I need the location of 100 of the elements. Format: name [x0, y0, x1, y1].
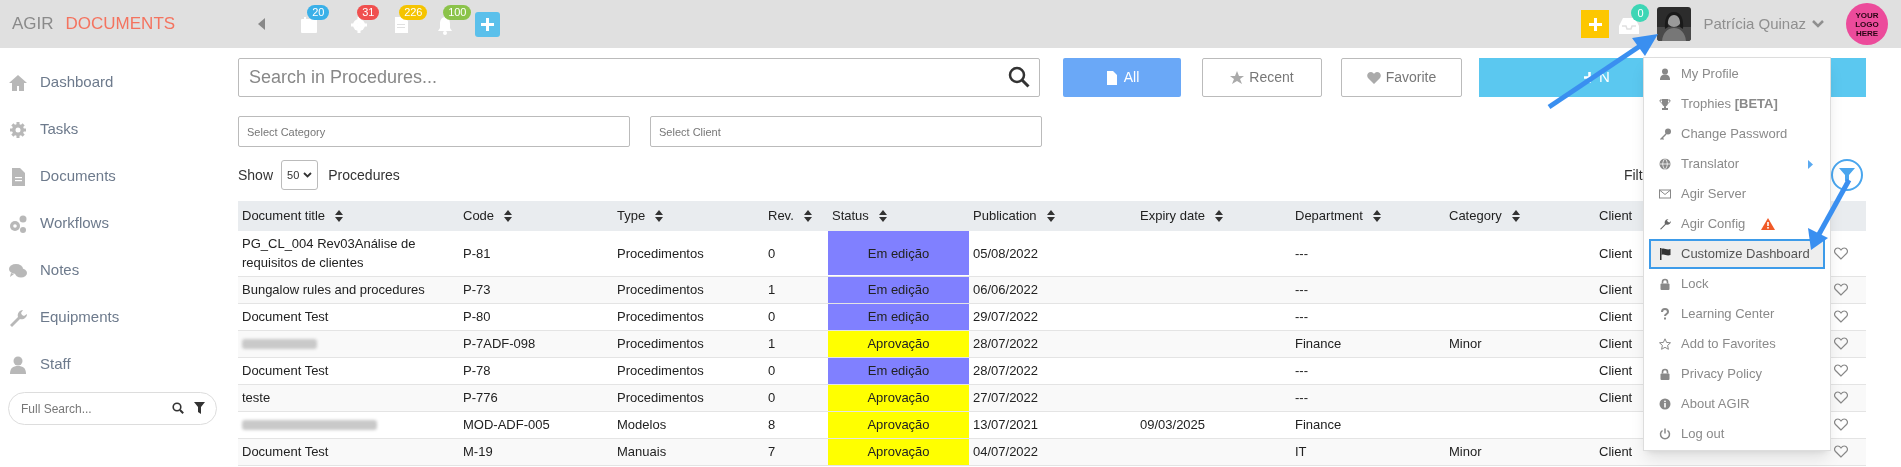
column-header[interactable]: Document title — [242, 206, 326, 226]
table-cell: Procedimentos — [617, 335, 704, 351]
sidebar-item[interactable]: Documents — [0, 153, 225, 200]
sidebar-item[interactable]: Tasks — [0, 106, 225, 153]
table-cell: 06/06/2022 — [973, 281, 1039, 297]
sidebar-item[interactable]: Equipments — [0, 294, 225, 341]
full-search-field[interactable]: Full Search... — [8, 392, 217, 425]
table-cell: Minor — [1449, 443, 1482, 459]
table-cell: 29/07/2022 — [973, 308, 1039, 324]
table-cell: P-80 — [463, 308, 491, 324]
table-cell: 13/07/2021 — [973, 416, 1039, 432]
table-cell-text: Client — [1599, 280, 1633, 299]
menu-item[interactable]: Agir Server — [1649, 179, 1825, 209]
logo-text: HERE — [1855, 28, 1879, 38]
table-cell: 09/03/2025 — [1140, 416, 1206, 432]
table-cell: Modelos — [617, 416, 667, 432]
column-header[interactable]: Client — [1599, 206, 1633, 226]
table-cell: 8 — [768, 416, 776, 432]
badge: 20 — [307, 5, 330, 20]
table-cell: 0 — [768, 362, 776, 378]
table-cell: --- — [1295, 245, 1308, 261]
module-name: DOCUMENTS — [65, 13, 176, 36]
page-size-select[interactable]: 50 — [281, 160, 319, 190]
menu-item[interactable]: Learning Center — [1649, 299, 1825, 329]
logo-text: LOGO — [1855, 19, 1879, 29]
table-cell: Document Test — [242, 308, 329, 324]
badge: 100 — [443, 5, 472, 20]
menu-item[interactable]: Log out — [1649, 419, 1825, 449]
column-header[interactable]: Department — [1295, 206, 1363, 226]
menu-item[interactable]: Change Password — [1649, 119, 1825, 149]
badge: 31 — [357, 5, 380, 20]
filter-label: Filt — [1623, 165, 1643, 185]
column-header[interactable]: Expiry date — [1140, 206, 1206, 226]
table-cell: P-7ADF-098 — [463, 335, 536, 351]
sidebar-item[interactable]: Workflows — [0, 200, 225, 247]
status-cell: Aprovação — [828, 330, 969, 357]
menu-item[interactable]: Add to Favorites — [1649, 329, 1825, 359]
column-header[interactable]: Type — [617, 206, 646, 226]
column-header[interactable]: Publication — [973, 206, 1037, 226]
status-cell: Aprovação — [828, 411, 969, 438]
logo-text: YOUR — [1855, 10, 1879, 20]
table-cell: Finance — [1295, 335, 1342, 351]
table-cell: 0 — [768, 245, 776, 261]
status-cell: Em edição — [828, 303, 969, 330]
table-cell: --- — [1295, 389, 1308, 405]
column-header[interactable]: Code — [463, 206, 495, 226]
filter-tab[interactable]: All — [1063, 58, 1181, 97]
menu-item[interactable]: Trophies [BETA] — [1649, 89, 1825, 119]
sidebar-item[interactable]: Staff — [0, 341, 225, 388]
status-cell: Aprovação — [828, 384, 969, 411]
table-cell: 28/07/2022 — [973, 362, 1039, 378]
table-cell-text: Client — [1599, 307, 1633, 326]
procedures-label: Procedures — [328, 165, 400, 185]
table-cell: P-73 — [463, 281, 491, 297]
table-cell: --- — [1295, 362, 1308, 378]
filter-tab[interactable]: Favorite — [1341, 58, 1462, 97]
table-cell: Minor — [1449, 335, 1482, 351]
sidebar-item[interactable]: Notes — [0, 247, 225, 294]
table-cell: 05/08/2022 — [973, 245, 1039, 261]
table-cell: teste — [242, 389, 271, 405]
column-header[interactable]: Status — [832, 206, 869, 226]
menu-item[interactable]: Privacy Policy — [1649, 359, 1825, 389]
table-cell: 1 — [768, 335, 776, 351]
search-field[interactable]: Search in Procedures... — [238, 58, 1040, 97]
table-cell: P-776 — [463, 389, 498, 405]
table-cell: 27/07/2022 — [973, 389, 1039, 405]
menu-item[interactable]: Lock — [1649, 269, 1825, 299]
user-menu-toggle[interactable]: Patrícia Quinaz — [1703, 12, 1824, 36]
sidebar-item[interactable]: Dashboard — [0, 59, 225, 106]
filter-tab[interactable]: Recent — [1202, 58, 1322, 97]
table-cell: MOD-ADF-005 — [463, 416, 550, 432]
column-header[interactable]: Category — [1449, 206, 1502, 226]
table-cell: Procedimentos — [617, 389, 704, 405]
table-cell-text: Client — [1599, 334, 1633, 353]
table-cell-text: Client — [1599, 388, 1633, 407]
table-cell: Procedimentos — [617, 362, 704, 378]
menu-item[interactable]: Translator — [1649, 149, 1825, 179]
table-cell: Finance — [1295, 416, 1342, 432]
menu-item[interactable]: About AGIR — [1649, 389, 1825, 419]
app-name: AGIR — [12, 13, 54, 36]
menu-item[interactable]: Customize Dashboard — [1649, 239, 1825, 269]
select-field[interactable]: Select Client — [650, 116, 1042, 147]
table-cell: Document Test — [242, 362, 329, 378]
status-cell: Em edição — [828, 231, 969, 276]
menu-item[interactable]: Agir Config — [1649, 209, 1825, 239]
table-cell: Document Test — [242, 443, 329, 459]
table-cell: --- — [1295, 308, 1308, 324]
show-label: Show — [238, 165, 274, 185]
table-cell: Procedimentos — [617, 281, 704, 297]
table-cell-text: Client — [1599, 361, 1633, 380]
table-cell: 1 — [768, 281, 776, 297]
select-field[interactable]: Select Category — [238, 116, 630, 147]
table-cell: P-78 — [463, 362, 491, 378]
table-cell: --- — [1295, 281, 1308, 297]
table-cell: 7 — [768, 443, 776, 459]
table-cell: 0 — [768, 308, 776, 324]
menu-item[interactable]: My Profile — [1649, 59, 1825, 89]
table-cell: IT — [1295, 443, 1307, 459]
status-cell: Em edição — [828, 276, 969, 303]
column-header[interactable]: Rev. — [768, 206, 794, 226]
